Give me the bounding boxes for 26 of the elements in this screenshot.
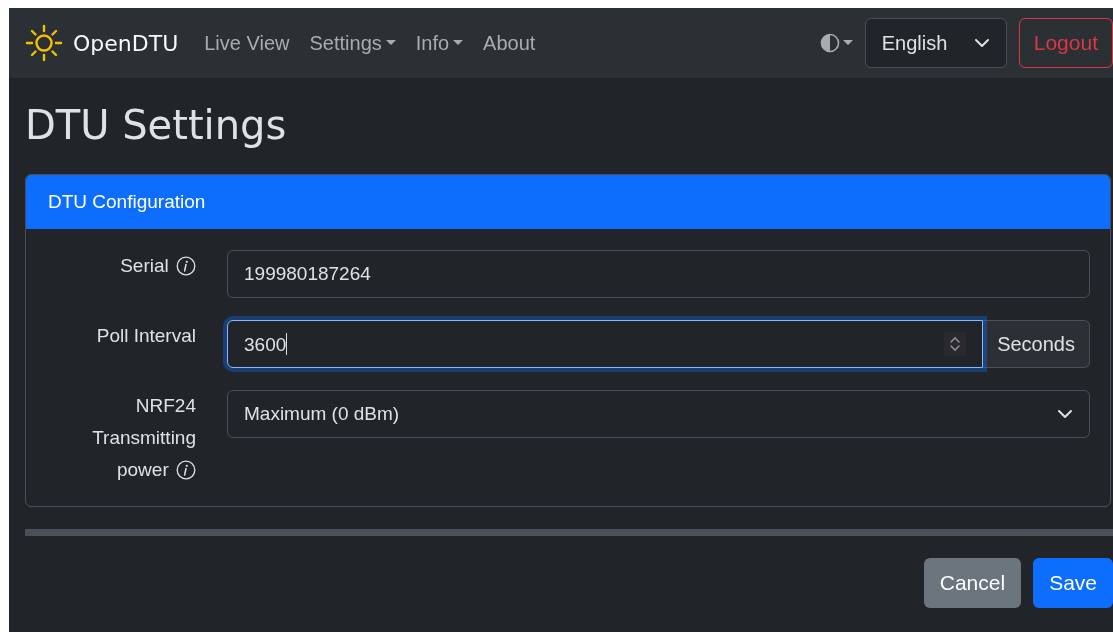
info-icon[interactable] (176, 256, 196, 276)
contrast-icon[interactable] (819, 33, 840, 53)
field-label: Serial (42, 242, 196, 282)
unit-label: Seconds (983, 320, 1090, 368)
sun-icon[interactable] (25, 24, 63, 62)
page-title: DTU Settings (24, 101, 288, 150)
brand-name[interactable]: OpenDTU (73, 30, 179, 56)
logout-button[interactable]: Logout (1018, 18, 1113, 68)
nav-link[interactable]: Settings (299, 31, 406, 55)
number-input[interactable]: 3600 (227, 320, 984, 368)
language-select[interactable]: English (864, 18, 1007, 68)
info-icon[interactable] (176, 460, 196, 480)
nav-link[interactable]: About (473, 31, 546, 55)
chevron-down-icon (973, 38, 990, 48)
power-select[interactable]: Maximum (0 dBm) (227, 390, 1090, 438)
field-label: NRF24 Transmitting power (91, 394, 196, 482)
spinner-icon[interactable] (944, 332, 967, 356)
caret-icon (842, 40, 853, 46)
cancel-button[interactable]: Cancel (923, 558, 1022, 608)
serial-input[interactable]: 199980187264 (227, 250, 1090, 298)
save-button[interactable]: Save (1033, 558, 1113, 608)
chevron-down-icon (1057, 409, 1073, 419)
nav-link[interactable]: Live View (194, 31, 300, 55)
card-header: DTU Configuration (26, 175, 1110, 229)
field-label: Poll Interval (95, 324, 196, 348)
nav-link[interactable]: Info (405, 31, 474, 55)
